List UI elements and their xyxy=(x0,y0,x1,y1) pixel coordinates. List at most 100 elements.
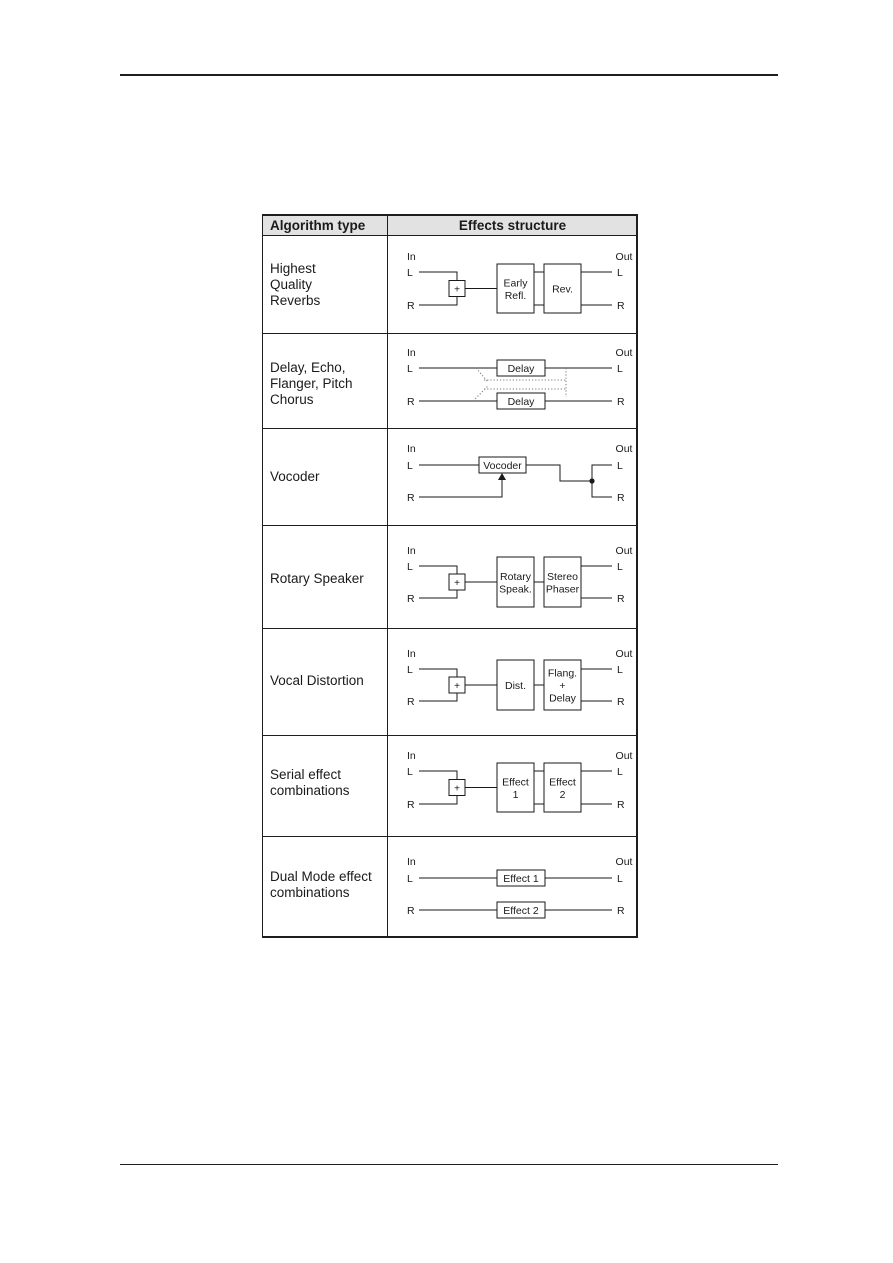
signal-line xyxy=(419,770,458,780)
signal-line xyxy=(419,296,458,306)
out-label: Out xyxy=(616,251,633,263)
input-r-label: R xyxy=(407,696,415,708)
input-r-label: R xyxy=(407,593,415,605)
input-l-label: L xyxy=(407,766,413,778)
effect-1-block-label: Effect 1 xyxy=(503,873,539,885)
footer-rule xyxy=(120,1164,778,1165)
crossfeed-line xyxy=(475,367,489,383)
effects-diagram-rotary: In L R Out L R + Rotary Speak. Stereo Phaser xyxy=(388,526,637,628)
effects-diagram-delay: In L R Out L R Delay Delay xyxy=(388,334,637,428)
algorithm-label: Delay, Echo, Flanger, Pitch Chorus xyxy=(270,360,353,407)
output-l-label: L xyxy=(617,766,623,778)
signal-flow-diagram: In L R Out L R + EarlyRefl. Rev. xyxy=(407,251,633,314)
effect-block-1-label: Dist. xyxy=(505,680,526,692)
signal-line xyxy=(419,479,503,498)
effect-2-block-label: Effect 2 xyxy=(503,905,539,917)
delay-block-r-label: Delay xyxy=(508,396,536,408)
out-label: Out xyxy=(616,347,633,359)
effects-diagram-vocoder: In L R Out L R Vocoder xyxy=(388,429,637,525)
out-label: Out xyxy=(616,545,633,557)
output-r-label: R xyxy=(617,593,625,605)
effects-diagram-serial: In L R Out L R + Effect 1 Effect 2 xyxy=(388,736,637,836)
signal-flow-diagram: In L R Out L R Vocoder xyxy=(407,443,633,504)
input-r-label: R xyxy=(407,300,415,312)
in-label: In xyxy=(407,856,416,868)
header-effects-structure: Effects structure xyxy=(458,218,567,233)
input-r-label: R xyxy=(407,905,415,917)
out-label: Out xyxy=(616,648,633,660)
arrow-icon xyxy=(498,473,506,480)
input-l-label: L xyxy=(407,561,413,573)
table-row-vocoder: Vocoder In L R Out L R Vocoder xyxy=(263,429,636,526)
signal-flow-diagram: InLROutLR+ Dist.Flang.+Delay xyxy=(407,648,633,711)
table-row-distortion: Vocal Distortion In L R Out L R + Dist. Flang. + D… xyxy=(263,629,636,736)
effects-diagram-dual: In L R Out L R Effect 1 Effect 2 xyxy=(388,837,637,938)
input-r-label: R xyxy=(407,799,415,811)
effects-diagram-distortion: In L R Out L R + Dist. Flang. + Delay xyxy=(388,629,637,735)
algorithm-label: Vocal Distortion xyxy=(270,673,364,688)
in-label: In xyxy=(407,545,416,557)
in-label: In xyxy=(407,347,416,359)
effect-block-2-label: Delay xyxy=(549,693,577,705)
input-r-label: R xyxy=(407,492,415,504)
out-label: Out xyxy=(616,443,633,455)
sum-symbol: + xyxy=(454,578,460,589)
table-row-dual: Dual Mode effect combinations In L R Out L R E… xyxy=(263,837,636,938)
output-l-label: L xyxy=(617,363,623,375)
signal-line xyxy=(419,693,458,702)
in-label: In xyxy=(407,750,416,762)
signal-flow-diagram: In L R Out L R Delay Delay xyxy=(407,347,633,410)
input-r-label: R xyxy=(407,396,415,408)
out-label: Out xyxy=(616,856,633,868)
input-l-label: L xyxy=(407,267,413,279)
signal-line xyxy=(419,795,458,805)
signal-flow-diagram: In L R Out L R Effect 1 Effect 2 xyxy=(407,856,633,919)
output-l-label: L xyxy=(617,460,623,472)
table-row-serial: Serial effect combinations In L R Out L R + Eff… xyxy=(263,736,636,837)
input-l-label: L xyxy=(407,363,413,375)
output-l-label: L xyxy=(617,873,623,885)
in-label: In xyxy=(407,648,416,660)
sum-symbol: + xyxy=(454,681,460,692)
input-l-label: L xyxy=(407,460,413,472)
effect-block-2-label: Effect xyxy=(549,776,576,788)
algorithm-label: Rotary Speaker xyxy=(270,571,364,586)
effect-block-1-label: Early xyxy=(504,277,529,289)
table-row-rotary: Rotary Speaker In L R Out L R + Rotary Speak. Ste… xyxy=(263,526,636,629)
algorithm-label: Highest Quality Reverbs xyxy=(270,261,321,308)
vocoder-block-label: Vocoder xyxy=(483,460,522,472)
signal-flow-diagram: InLROutLR+Effect1Effect2 xyxy=(407,750,633,813)
out-label: Out xyxy=(616,750,633,762)
effect-block-2-label: Phaser xyxy=(546,583,580,595)
in-label: In xyxy=(407,443,416,455)
effect-block-1-label: Refl. xyxy=(505,290,527,302)
effect-block-2-label: Stereo xyxy=(547,571,578,583)
output-r-label: R xyxy=(617,492,625,504)
table-row-reverb: Highest Quality Reverbs In L R Out L R + Early R… xyxy=(263,236,636,334)
effect-block-1-label: Rotary xyxy=(500,571,532,583)
signal-line xyxy=(419,668,458,677)
effect-block-2-label: Flang. xyxy=(548,668,577,680)
output-r-label: R xyxy=(617,905,625,917)
effect-block-2-label: 2 xyxy=(560,789,566,801)
effects-diagram-reverb: In L R Out L R + Early Refl. Rev. xyxy=(388,236,637,333)
effect-block-2-label: Rev. xyxy=(552,284,573,296)
input-l-label: L xyxy=(407,664,413,676)
in-label: In xyxy=(407,251,416,263)
algorithm-table: Algorithm type Effects structure Highest… xyxy=(262,214,638,938)
sum-symbol: + xyxy=(454,285,460,296)
output-l-label: L xyxy=(617,561,623,573)
effect-block-1-label: Effect xyxy=(502,776,529,788)
algorithm-label: Dual Mode effect combinations xyxy=(270,869,372,900)
effect-block-1-label: 1 xyxy=(513,789,519,801)
signal-flow-diagram: In L R Out L R + RotarySpeak. StereoPhaser xyxy=(407,545,633,608)
effect-block-1-label: Speak. xyxy=(499,583,532,595)
delay-block-l-label: Delay xyxy=(508,363,536,375)
header-rule xyxy=(120,74,778,76)
output-r-label: R xyxy=(617,300,625,312)
header-algorithm-type: Algorithm type xyxy=(270,218,366,233)
effect-block-2-label: + xyxy=(559,680,565,692)
signal-line xyxy=(419,590,458,599)
output-l-label: L xyxy=(617,267,623,279)
algorithm-label: Vocoder xyxy=(270,469,320,484)
